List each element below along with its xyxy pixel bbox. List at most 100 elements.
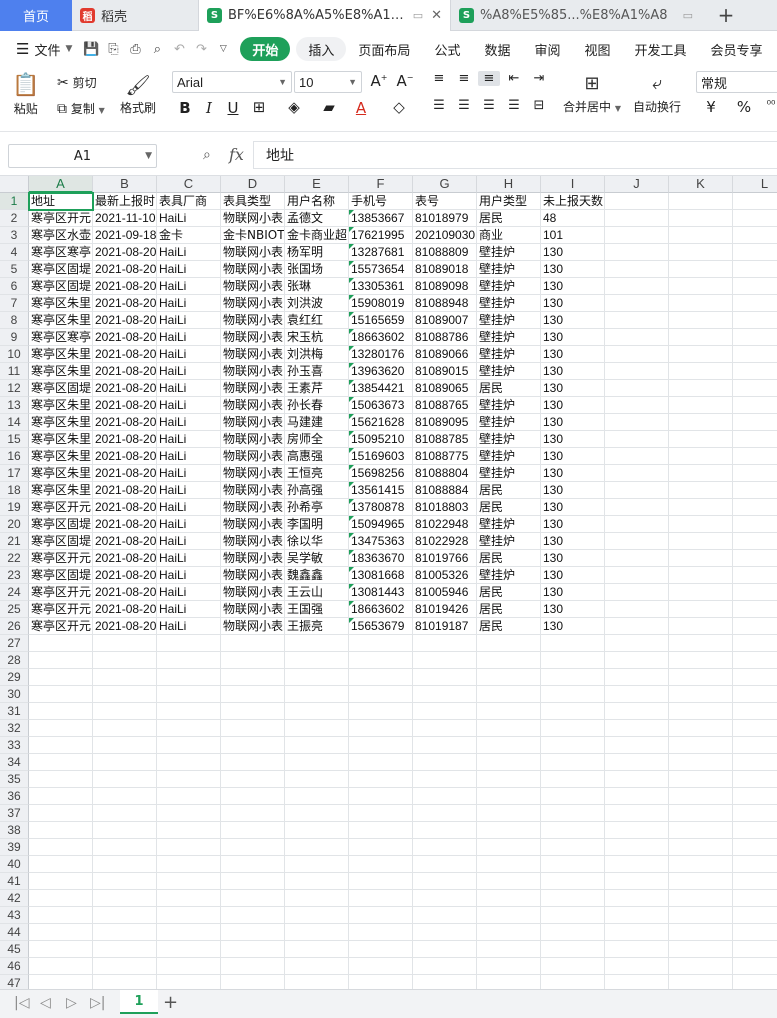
row-header[interactable]: 42 (0, 890, 29, 907)
table-cell[interactable] (93, 958, 157, 975)
table-cell[interactable]: 壁挂炉 (477, 329, 541, 346)
row-header[interactable]: 37 (0, 805, 29, 822)
table-cell[interactable]: 寒亭区朱里 (29, 295, 93, 312)
table-cell[interactable]: 81005946 (413, 584, 477, 601)
table-cell[interactable] (29, 941, 93, 958)
first-sheet-icon[interactable]: |◁ (14, 995, 29, 1011)
table-cell[interactable] (605, 958, 669, 975)
table-cell[interactable]: 130 (541, 448, 605, 465)
table-cell[interactable]: 寒亭区朱里 (29, 312, 93, 329)
table-cell[interactable] (605, 635, 669, 652)
column-header[interactable]: A (29, 176, 93, 193)
table-cell[interactable] (605, 907, 669, 924)
column-header[interactable]: G (413, 176, 477, 193)
table-cell[interactable] (733, 958, 777, 975)
table-cell[interactable]: 孙高强 (285, 482, 349, 499)
table-cell[interactable] (413, 652, 477, 669)
table-cell[interactable] (669, 261, 733, 278)
table-cell[interactable]: HaiLi (157, 618, 221, 635)
table-cell[interactable]: 130 (541, 278, 605, 295)
fx-icon[interactable]: fx (229, 145, 244, 164)
table-cell[interactable] (157, 975, 221, 989)
table-cell[interactable] (605, 788, 669, 805)
align-middle-icon[interactable]: ≡ (453, 71, 475, 86)
column-header[interactable]: K (669, 176, 733, 193)
table-cell[interactable] (477, 924, 541, 941)
table-cell[interactable] (157, 839, 221, 856)
table-cell[interactable] (349, 788, 413, 805)
table-cell[interactable]: 13854421 (349, 380, 413, 397)
table-cell[interactable]: 2021-08-20 (93, 278, 157, 295)
table-cell[interactable]: 130 (541, 516, 605, 533)
table-cell[interactable] (157, 635, 221, 652)
table-cell[interactable] (413, 822, 477, 839)
row-header[interactable]: 4 (0, 244, 29, 261)
table-cell[interactable] (733, 414, 777, 431)
table-cell[interactable] (349, 771, 413, 788)
table-cell[interactable] (669, 890, 733, 907)
table-cell[interactable] (733, 771, 777, 788)
table-cell[interactable] (93, 669, 157, 686)
table-cell[interactable]: 物联网小表 (221, 414, 285, 431)
paste-button[interactable]: 📋 粘贴 (12, 73, 39, 117)
table-cell[interactable]: 130 (541, 329, 605, 346)
table-cell[interactable] (413, 805, 477, 822)
table-cell[interactable] (605, 839, 669, 856)
table-cell[interactable]: 2021-08-20 (93, 533, 157, 550)
table-cell[interactable] (477, 686, 541, 703)
table-cell[interactable] (733, 482, 777, 499)
table-cell[interactable] (733, 618, 777, 635)
table-cell[interactable] (477, 941, 541, 958)
table-cell[interactable]: HaiLi (157, 295, 221, 312)
table-cell[interactable]: 张国场 (285, 261, 349, 278)
table-cell[interactable] (221, 907, 285, 924)
table-cell[interactable] (541, 805, 605, 822)
table-cell[interactable]: 81005326 (413, 567, 477, 584)
spreadsheet-grid[interactable]: A B C D E F G H I J K L 1 地址 最新上报时 表具厂商 表具类型 用户名称 手机号 表号 用户类… (0, 176, 777, 989)
table-cell[interactable] (477, 703, 541, 720)
table-cell[interactable] (605, 550, 669, 567)
table-cell[interactable]: 2021-08-20 (93, 295, 157, 312)
table-cell[interactable]: 寒亭区开元 (29, 601, 93, 618)
table-cell[interactable] (669, 618, 733, 635)
table-cell[interactable]: 2021-08-20 (93, 482, 157, 499)
table-cell[interactable]: 金卡商业超 (285, 227, 349, 244)
table-cell[interactable] (669, 635, 733, 652)
row-header[interactable]: 22 (0, 550, 29, 567)
table-cell[interactable] (733, 465, 777, 482)
row-header[interactable]: 45 (0, 941, 29, 958)
table-cell[interactable]: 寒亭区朱里 (29, 431, 93, 448)
table-cell[interactable] (413, 856, 477, 873)
table-cell[interactable]: 最新上报时 (93, 193, 157, 210)
table-cell[interactable]: HaiLi (157, 346, 221, 363)
table-cell[interactable]: 2021-08-20 (93, 618, 157, 635)
table-cell[interactable] (349, 941, 413, 958)
column-header[interactable]: F (349, 176, 413, 193)
table-cell[interactable]: 物联网小表 (221, 380, 285, 397)
table-cell[interactable] (29, 652, 93, 669)
table-cell[interactable]: 81088775 (413, 448, 477, 465)
table-cell[interactable]: 刘洪梅 (285, 346, 349, 363)
table-cell[interactable]: 壁挂炉 (477, 312, 541, 329)
table-cell[interactable] (605, 601, 669, 618)
table-cell[interactable]: 物联网小表 (221, 482, 285, 499)
table-cell[interactable]: 金卡 (157, 227, 221, 244)
table-cell[interactable] (669, 329, 733, 346)
table-cell[interactable] (349, 958, 413, 975)
table-cell[interactable]: 物联网小表 (221, 329, 285, 346)
table-cell[interactable] (733, 244, 777, 261)
table-cell[interactable]: 壁挂炉 (477, 414, 541, 431)
table-cell[interactable] (157, 890, 221, 907)
table-cell[interactable] (29, 754, 93, 771)
table-cell[interactable]: HaiLi (157, 499, 221, 516)
table-cell[interactable] (29, 839, 93, 856)
table-cell[interactable] (29, 635, 93, 652)
row-header[interactable]: 32 (0, 720, 29, 737)
table-cell[interactable] (477, 958, 541, 975)
table-cell[interactable] (221, 975, 285, 989)
table-cell[interactable]: 81088884 (413, 482, 477, 499)
table-cell[interactable] (733, 499, 777, 516)
table-cell[interactable]: 130 (541, 244, 605, 261)
table-cell[interactable]: HaiLi (157, 482, 221, 499)
table-cell[interactable]: 81019766 (413, 550, 477, 567)
